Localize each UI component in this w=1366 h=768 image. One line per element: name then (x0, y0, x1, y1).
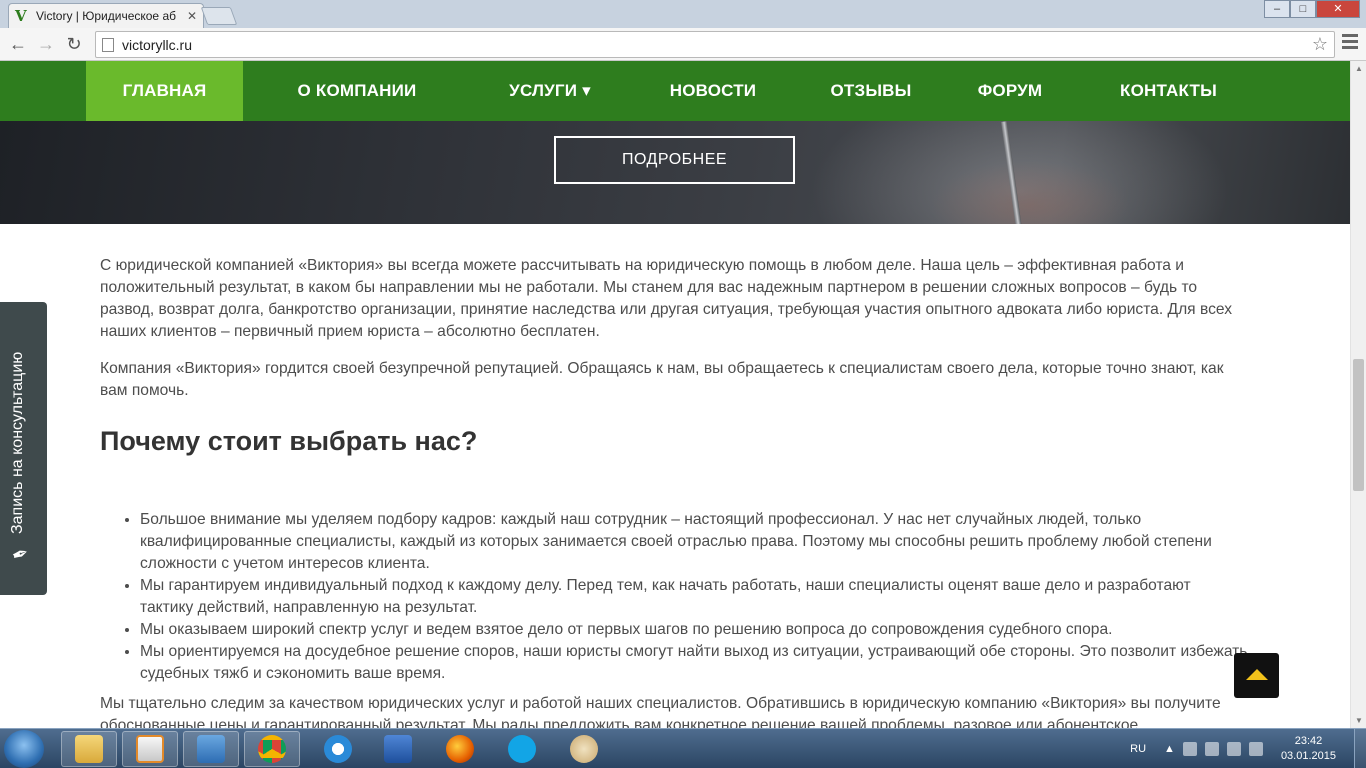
word-taskbar-button[interactable] (370, 731, 426, 767)
quill-icon: ✒ (8, 541, 33, 569)
network-icon[interactable] (1226, 742, 1241, 756)
browser-toolbar: ← → ↻ victoryllc.ru ☆ (0, 28, 1366, 61)
browser-tabstrip: V Victory | Юридическое аб ✕ – □ ✕ (0, 0, 1366, 28)
benefits-list: Большое внимание мы уделяем подбору кадр… (100, 509, 1248, 685)
minimize-icon[interactable]: – (1264, 0, 1290, 18)
page-scrollbar[interactable]: ▲ ▼ (1350, 61, 1366, 728)
media-player-icon (136, 735, 164, 763)
menu-icon[interactable] (1342, 34, 1358, 52)
show-desktop-button[interactable] (1354, 729, 1366, 768)
window-controls: – □ ✕ (1264, 0, 1360, 18)
paint-taskbar-button[interactable] (556, 731, 612, 767)
firefox-taskbar-button[interactable] (432, 731, 488, 767)
nav-item-services[interactable]: УСЛУГИ ▾ (497, 61, 603, 121)
list-item: Мы оказываем широкий спектр услуг и веде… (140, 619, 1248, 641)
skype-icon (508, 735, 536, 763)
nav-item-forum[interactable]: ФОРУМ (966, 61, 1054, 121)
volume-icon[interactable] (1248, 742, 1263, 756)
sound-taskbar-button[interactable] (183, 731, 239, 767)
window-close-icon[interactable]: ✕ (1316, 0, 1360, 18)
chrome-icon (258, 735, 286, 763)
ie-taskbar-button[interactable] (310, 731, 366, 767)
nav-item-about[interactable]: О КОМПАНИИ (283, 61, 431, 121)
victory-favicon-icon: V (15, 7, 27, 25)
back-arrow-icon[interactable]: ← (6, 32, 30, 56)
list-item: Большое внимание мы уделяем подбору кадр… (140, 509, 1248, 575)
word-icon (384, 735, 412, 763)
chrome-taskbar-button[interactable] (244, 731, 300, 767)
nav-item-contacts[interactable]: КОНТАКТЫ (1108, 61, 1229, 121)
consultation-side-tab[interactable]: Запись на консультацию ✒ (0, 302, 47, 595)
clock-date: 03.01.2015 (1280, 750, 1336, 762)
nav-item-reviews[interactable]: ОТЗЫВЫ (821, 61, 921, 121)
skype-taskbar-button[interactable] (494, 731, 550, 767)
tab-close-icon[interactable]: ✕ (187, 9, 197, 23)
scroll-up-icon[interactable]: ▲ (1355, 64, 1363, 73)
forward-arrow-icon[interactable]: → (34, 32, 58, 56)
intro-paragraph-2: Компания «Виктория» гордится своей безуп… (100, 360, 1224, 399)
consultation-tab-label: Запись на консультацию (9, 351, 26, 534)
hero-hand-image (930, 161, 1130, 224)
clock[interactable]: 23:42 03.01.2015 (1281, 734, 1336, 764)
start-button[interactable] (4, 730, 44, 768)
reload-icon[interactable]: ↻ (62, 32, 86, 56)
hero-banner: ПОДРОБНЕЕ (0, 121, 1350, 224)
scrollbar-thumb[interactable] (1353, 359, 1364, 491)
bookmark-star-icon[interactable]: ☆ (1312, 34, 1328, 55)
tab-title: Victory | Юридическое аб (36, 9, 176, 23)
media-player-taskbar-button[interactable] (122, 731, 178, 767)
scroll-down-icon[interactable]: ▼ (1355, 716, 1363, 725)
tray-app-icon[interactable] (1182, 742, 1197, 756)
flag-icon[interactable] (1204, 742, 1219, 756)
list-item: Мы гарантируем индивидуальный подход к к… (140, 575, 1248, 619)
address-bar[interactable]: victoryllc.ru ☆ (95, 31, 1335, 58)
clock-time: 23:42 (1294, 735, 1323, 747)
firefox-icon (446, 735, 474, 763)
page-viewport: ГЛАВНАЯ О КОМПАНИИ УСЛУГИ ▾ НОВОСТИ ОТЗЫ… (0, 61, 1350, 728)
speaker-icon (197, 735, 225, 763)
main-navigation: ГЛАВНАЯ О КОМПАНИИ УСЛУГИ ▾ НОВОСТИ ОТЗЫ… (0, 61, 1350, 121)
explorer-taskbar-button[interactable] (61, 731, 117, 767)
maximize-icon[interactable]: □ (1290, 0, 1316, 18)
windows-taskbar: RU ▲ 23:42 03.01.2015 (0, 728, 1366, 768)
more-details-button[interactable]: ПОДРОБНЕЕ (554, 136, 795, 184)
language-indicator[interactable]: RU (1130, 743, 1146, 755)
scroll-to-top-button[interactable] (1234, 653, 1279, 698)
url-text[interactable]: victoryllc.ru (122, 37, 192, 53)
internet-explorer-icon (324, 735, 352, 763)
intro-paragraph-1: С юридической компанией «Виктория» вы вс… (100, 257, 1232, 340)
tray-expand-icon[interactable]: ▲ (1164, 743, 1175, 755)
list-item: Мы ориентируемся на досудебное решение с… (140, 641, 1248, 685)
main-content: С юридической компанией «Виктория» вы вс… (100, 255, 1248, 728)
system-tray: RU ▲ 23:42 03.01.2015 (1130, 729, 1366, 768)
folder-icon (75, 735, 103, 763)
outro-paragraph: Мы тщательно следим за качеством юридиче… (100, 695, 1221, 728)
nav-item-home[interactable]: ГЛАВНАЯ (86, 61, 243, 121)
paint-icon (570, 735, 598, 763)
nav-item-news[interactable]: НОВОСТИ (660, 61, 766, 121)
section-heading: Почему стоит выбрать нас? (100, 426, 478, 456)
browser-tab[interactable]: V Victory | Юридическое аб ✕ (8, 3, 204, 28)
page-icon (102, 37, 114, 52)
new-tab-button[interactable] (200, 7, 238, 25)
